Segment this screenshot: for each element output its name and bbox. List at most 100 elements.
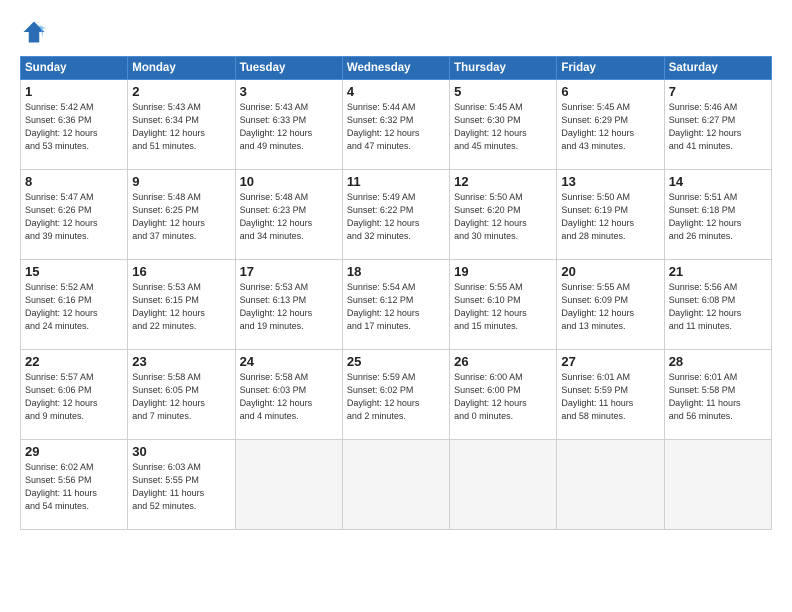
table-row (235, 440, 342, 530)
calendar-header-thursday: Thursday (450, 57, 557, 80)
table-row (342, 440, 449, 530)
day-info: Sunrise: 5:43 AMSunset: 6:34 PMDaylight:… (132, 101, 230, 153)
day-number: 16 (132, 264, 230, 279)
table-row: 1 Sunrise: 5:42 AMSunset: 6:36 PMDaylight… (21, 80, 128, 170)
table-row: 27 Sunrise: 6:01 AMSunset: 5:59 PMDayligh… (557, 350, 664, 440)
calendar-header-wednesday: Wednesday (342, 57, 449, 80)
day-info: Sunrise: 5:43 AMSunset: 6:33 PMDaylight:… (240, 101, 338, 153)
calendar-header-monday: Monday (128, 57, 235, 80)
day-number: 29 (25, 444, 123, 459)
day-info: Sunrise: 5:53 AMSunset: 6:13 PMDaylight:… (240, 281, 338, 333)
table-row: 19 Sunrise: 5:55 AMSunset: 6:10 PMDayligh… (450, 260, 557, 350)
table-row: 10 Sunrise: 5:48 AMSunset: 6:23 PMDayligh… (235, 170, 342, 260)
day-number: 11 (347, 174, 445, 189)
calendar-table: SundayMondayTuesdayWednesdayThursdayFrid… (20, 56, 772, 530)
table-row: 16 Sunrise: 5:53 AMSunset: 6:15 PMDayligh… (128, 260, 235, 350)
day-info: Sunrise: 6:02 AMSunset: 5:56 PMDaylight:… (25, 461, 123, 513)
day-info: Sunrise: 5:55 AMSunset: 6:09 PMDaylight:… (561, 281, 659, 333)
table-row: 30Sunrise: 6:03 AMSunset: 5:55 PMDayligh… (128, 440, 235, 530)
day-info: Sunrise: 5:45 AMSunset: 6:29 PMDaylight:… (561, 101, 659, 153)
table-row: 7 Sunrise: 5:46 AMSunset: 6:27 PMDaylight… (664, 80, 771, 170)
calendar-week-row: 1 Sunrise: 5:42 AMSunset: 6:36 PMDaylight… (21, 80, 772, 170)
day-number: 15 (25, 264, 123, 279)
day-number: 17 (240, 264, 338, 279)
table-row: 13Sunrise: 5:50 AMSunset: 6:19 PMDayligh… (557, 170, 664, 260)
calendar-week-row: 29 Sunrise: 6:02 AMSunset: 5:56 PMDayligh… (21, 440, 772, 530)
table-row: 15 Sunrise: 5:52 AMSunset: 6:16 PMDayligh… (21, 260, 128, 350)
day-number: 27 (561, 354, 659, 369)
calendar-header-row: SundayMondayTuesdayWednesdayThursdayFrid… (21, 57, 772, 80)
day-number: 26 (454, 354, 552, 369)
day-number: 7 (669, 84, 767, 99)
day-info: Sunrise: 5:58 AMSunset: 6:03 PMDaylight:… (240, 371, 338, 423)
day-number: 10 (240, 174, 338, 189)
table-row (557, 440, 664, 530)
day-info: Sunrise: 5:54 AMSunset: 6:12 PMDaylight:… (347, 281, 445, 333)
table-row: 4Sunrise: 5:44 AMSunset: 6:32 PMDaylight… (342, 80, 449, 170)
day-info: Sunrise: 5:56 AMSunset: 6:08 PMDaylight:… (669, 281, 767, 333)
table-row (450, 440, 557, 530)
table-row: 29 Sunrise: 6:02 AMSunset: 5:56 PMDayligh… (21, 440, 128, 530)
day-number: 4 (347, 84, 445, 99)
day-number: 23 (132, 354, 230, 369)
day-info: Sunrise: 5:46 AMSunset: 6:27 PMDaylight:… (669, 101, 767, 153)
day-info: Sunrise: 5:53 AMSunset: 6:15 PMDaylight:… (132, 281, 230, 333)
table-row: 8Sunrise: 5:47 AMSunset: 6:26 PMDaylight… (21, 170, 128, 260)
day-number: 30 (132, 444, 230, 459)
day-number: 5 (454, 84, 552, 99)
table-row: 25 Sunrise: 5:59 AMSunset: 6:02 PMDayligh… (342, 350, 449, 440)
day-info: Sunrise: 5:49 AMSunset: 6:22 PMDaylight:… (347, 191, 445, 243)
table-row: 23 Sunrise: 5:58 AMSunset: 6:05 PMDayligh… (128, 350, 235, 440)
table-row: 26Sunrise: 6:00 AMSunset: 6:00 PMDayligh… (450, 350, 557, 440)
table-row: 12 Sunrise: 5:50 AMSunset: 6:20 PMDayligh… (450, 170, 557, 260)
table-row: 2Sunrise: 5:43 AMSunset: 6:34 PMDaylight… (128, 80, 235, 170)
day-number: 25 (347, 354, 445, 369)
calendar-header-tuesday: Tuesday (235, 57, 342, 80)
day-number: 20 (561, 264, 659, 279)
table-row (664, 440, 771, 530)
day-number: 12 (454, 174, 552, 189)
day-info: Sunrise: 5:59 AMSunset: 6:02 PMDaylight:… (347, 371, 445, 423)
calendar-week-row: 8Sunrise: 5:47 AMSunset: 6:26 PMDaylight… (21, 170, 772, 260)
table-row: 3 Sunrise: 5:43 AMSunset: 6:33 PMDaylight… (235, 80, 342, 170)
logo (20, 18, 52, 46)
header (20, 18, 772, 46)
calendar-week-row: 15 Sunrise: 5:52 AMSunset: 6:16 PMDayligh… (21, 260, 772, 350)
calendar-week-row: 22 Sunrise: 5:57 AMSunset: 6:06 PMDayligh… (21, 350, 772, 440)
table-row: 21Sunrise: 5:56 AMSunset: 6:08 PMDayligh… (664, 260, 771, 350)
day-number: 13 (561, 174, 659, 189)
day-number: 1 (25, 84, 123, 99)
page: SundayMondayTuesdayWednesdayThursdayFrid… (0, 0, 792, 612)
table-row: 22 Sunrise: 5:57 AMSunset: 6:06 PMDayligh… (21, 350, 128, 440)
day-info: Sunrise: 6:01 AMSunset: 5:58 PMDaylight:… (669, 371, 767, 423)
table-row: 28Sunrise: 6:01 AMSunset: 5:58 PMDayligh… (664, 350, 771, 440)
day-number: 3 (240, 84, 338, 99)
day-info: Sunrise: 5:55 AMSunset: 6:10 PMDaylight:… (454, 281, 552, 333)
logo-icon (20, 18, 48, 46)
day-info: Sunrise: 5:58 AMSunset: 6:05 PMDaylight:… (132, 371, 230, 423)
table-row: 5Sunrise: 5:45 AMSunset: 6:30 PMDaylight… (450, 80, 557, 170)
day-number: 6 (561, 84, 659, 99)
day-info: Sunrise: 5:57 AMSunset: 6:06 PMDaylight:… (25, 371, 123, 423)
table-row: 17 Sunrise: 5:53 AMSunset: 6:13 PMDayligh… (235, 260, 342, 350)
day-info: Sunrise: 5:42 AMSunset: 6:36 PMDaylight:… (25, 101, 123, 153)
day-number: 22 (25, 354, 123, 369)
table-row: 14Sunrise: 5:51 AMSunset: 6:18 PMDayligh… (664, 170, 771, 260)
calendar-header-friday: Friday (557, 57, 664, 80)
table-row: 18Sunrise: 5:54 AMSunset: 6:12 PMDayligh… (342, 260, 449, 350)
day-info: Sunrise: 5:48 AMSunset: 6:23 PMDaylight:… (240, 191, 338, 243)
day-info: Sunrise: 5:50 AMSunset: 6:20 PMDaylight:… (454, 191, 552, 243)
table-row: 24Sunrise: 5:58 AMSunset: 6:03 PMDayligh… (235, 350, 342, 440)
table-row: 11 Sunrise: 5:49 AMSunset: 6:22 PMDayligh… (342, 170, 449, 260)
day-number: 19 (454, 264, 552, 279)
table-row: 6 Sunrise: 5:45 AMSunset: 6:29 PMDaylight… (557, 80, 664, 170)
day-info: Sunrise: 6:01 AMSunset: 5:59 PMDaylight:… (561, 371, 659, 423)
day-number: 14 (669, 174, 767, 189)
calendar-header-saturday: Saturday (664, 57, 771, 80)
day-info: Sunrise: 5:52 AMSunset: 6:16 PMDaylight:… (25, 281, 123, 333)
table-row: 20 Sunrise: 5:55 AMSunset: 6:09 PMDayligh… (557, 260, 664, 350)
day-number: 9 (132, 174, 230, 189)
calendar-header-sunday: Sunday (21, 57, 128, 80)
day-info: Sunrise: 5:48 AMSunset: 6:25 PMDaylight:… (132, 191, 230, 243)
day-number: 8 (25, 174, 123, 189)
